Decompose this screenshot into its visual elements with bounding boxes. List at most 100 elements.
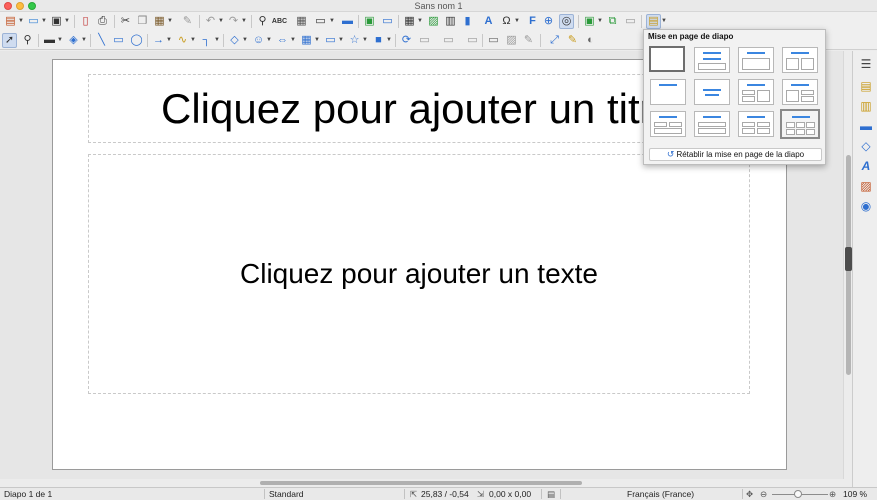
hyperlink-icon[interactable]: ⊕ bbox=[541, 14, 556, 29]
new-document-icon[interactable]: ▤ bbox=[3, 14, 18, 29]
chevron-down-icon[interactable]: ▼ bbox=[214, 33, 220, 48]
undo-icon[interactable]: ↶ bbox=[203, 14, 218, 29]
chevron-down-icon[interactable]: ▼ bbox=[242, 33, 248, 48]
chevron-down-icon[interactable]: ▼ bbox=[266, 33, 272, 48]
chevron-down-icon[interactable]: ▼ bbox=[314, 33, 320, 48]
layout-centered-text[interactable] bbox=[694, 79, 730, 105]
ellipse-icon[interactable]: ◯ bbox=[129, 33, 144, 48]
zoom-slider-handle[interactable] bbox=[794, 490, 802, 498]
layout-title-4content[interactable] bbox=[738, 111, 774, 137]
find-replace-icon[interactable]: ⚲ bbox=[255, 14, 270, 29]
sidebar-resize-handle[interactable] bbox=[845, 247, 852, 271]
master-slide-name[interactable]: Standard bbox=[269, 488, 304, 500]
points-icon[interactable]: ⤢ bbox=[547, 33, 562, 48]
chevron-down-icon[interactable]: ▼ bbox=[81, 33, 87, 48]
3d-objects-icon[interactable]: ■ bbox=[371, 33, 386, 48]
delete-slide-icon[interactable]: ▭ bbox=[623, 14, 638, 29]
zoom-icon[interactable]: ⚲ bbox=[20, 33, 35, 48]
chevron-down-icon[interactable]: ▼ bbox=[218, 14, 224, 29]
print-icon[interactable]: ⎙ bbox=[95, 14, 110, 29]
arrange-icon[interactable]: ▭ bbox=[441, 33, 456, 48]
line-icon[interactable]: ╲ bbox=[94, 33, 109, 48]
line-color-icon[interactable]: ▬ bbox=[42, 33, 57, 48]
navigator-icon[interactable]: ◉ bbox=[859, 199, 873, 213]
chevron-down-icon[interactable]: ▼ bbox=[166, 33, 172, 48]
glue-points-icon[interactable]: ✎ bbox=[565, 33, 580, 48]
layout-title-only[interactable] bbox=[650, 79, 686, 105]
horizontal-scrollbar[interactable] bbox=[0, 479, 847, 487]
master-slide-icon[interactable]: ▬ bbox=[340, 14, 355, 29]
basic-shapes-icon[interactable]: ◇ bbox=[227, 33, 242, 48]
callout-icon[interactable]: ▭ bbox=[323, 33, 338, 48]
shapes-mode-icon[interactable]: ◎ bbox=[559, 14, 574, 29]
reset-layout-button[interactable]: ↺ Rétablir la mise en page de la diapo bbox=[649, 148, 822, 161]
chevron-down-icon[interactable]: ▼ bbox=[190, 33, 196, 48]
clone-formatting-icon[interactable]: ✎ bbox=[180, 14, 195, 29]
copy-icon[interactable]: ❐ bbox=[135, 14, 150, 29]
animation-icon[interactable]: ▥ bbox=[859, 99, 873, 113]
rectangle-icon[interactable]: ▭ bbox=[111, 33, 126, 48]
fill-color-icon[interactable]: ◈ bbox=[66, 33, 81, 48]
crop-icon[interactable]: ▨ bbox=[504, 33, 519, 48]
chevron-down-icon[interactable]: ▼ bbox=[514, 14, 520, 29]
select-icon[interactable]: ➚ bbox=[2, 33, 17, 48]
layout-title-2content-1[interactable] bbox=[738, 79, 774, 105]
chevron-down-icon[interactable]: ▼ bbox=[362, 33, 368, 48]
chevron-down-icon[interactable]: ▼ bbox=[18, 14, 24, 29]
duplicate-slide-icon[interactable]: ⧉ bbox=[605, 14, 620, 29]
redo-icon[interactable]: ↷ bbox=[226, 14, 241, 29]
spelling-icon[interactable]: ABC bbox=[272, 14, 287, 29]
open-folder-icon[interactable]: ▭ bbox=[26, 14, 41, 29]
new-slide-icon[interactable]: ▣ bbox=[362, 14, 377, 29]
chevron-down-icon[interactable]: ▼ bbox=[41, 14, 47, 29]
flowchart-icon[interactable]: ▦ bbox=[299, 33, 314, 48]
horizontal-scroll-thumb[interactable] bbox=[260, 481, 582, 485]
chart-icon[interactable]: ▮ bbox=[460, 14, 475, 29]
stars-icon[interactable]: ☆ bbox=[347, 33, 362, 48]
layout-title-6content[interactable] bbox=[780, 109, 820, 139]
chevron-down-icon[interactable]: ▼ bbox=[64, 14, 70, 29]
zoom-out-icon[interactable]: ⊖ bbox=[760, 488, 767, 500]
layout-title-content-2col[interactable] bbox=[738, 47, 774, 73]
chevron-down-icon[interactable]: ▼ bbox=[386, 33, 392, 48]
slide-show-icon[interactable]: ▭ bbox=[380, 14, 395, 29]
paste-icon[interactable]: ▦ bbox=[152, 14, 167, 29]
connector-icon[interactable]: ┐ bbox=[199, 33, 214, 48]
chevron-down-icon[interactable]: ▼ bbox=[417, 14, 423, 29]
table-icon[interactable]: ▦ bbox=[402, 14, 417, 29]
layout-blank[interactable] bbox=[649, 46, 685, 72]
image-icon[interactable]: ▨ bbox=[426, 14, 441, 29]
cut-icon[interactable]: ✂ bbox=[118, 14, 133, 29]
special-character-icon[interactable]: Ω bbox=[499, 14, 514, 29]
block-arrows-icon[interactable]: ⇔ bbox=[275, 33, 290, 48]
save-icon[interactable]: ▣ bbox=[49, 14, 64, 29]
fontwork-icon[interactable]: F bbox=[525, 14, 540, 29]
properties-icon[interactable]: ☰ bbox=[859, 57, 873, 71]
language-status[interactable]: Français (France) bbox=[627, 488, 694, 500]
arrow-line-icon[interactable]: → bbox=[151, 33, 166, 48]
chevron-down-icon[interactable]: ▼ bbox=[329, 14, 335, 29]
layout-title-2content-top[interactable] bbox=[650, 111, 686, 137]
shadow-icon[interactable]: ▭ bbox=[486, 33, 501, 48]
chevron-down-icon[interactable]: ▼ bbox=[167, 14, 173, 29]
gallery-icon[interactable]: ▨ bbox=[859, 179, 873, 193]
text-box-icon[interactable]: A bbox=[481, 14, 496, 29]
layout-title-1content-2[interactable] bbox=[782, 79, 818, 105]
chevron-down-icon[interactable]: ▼ bbox=[241, 14, 247, 29]
rotate-icon[interactable]: ⟳ bbox=[399, 33, 414, 48]
chevron-down-icon[interactable]: ▼ bbox=[597, 14, 603, 29]
master-slides-icon[interactable]: ▬ bbox=[859, 119, 873, 133]
slide-layout-icon[interactable]: ▤ bbox=[646, 14, 661, 29]
chevron-down-icon[interactable]: ▼ bbox=[57, 33, 63, 48]
media-icon[interactable]: ▥ bbox=[443, 14, 458, 29]
comment-icon[interactable]: ▣ bbox=[582, 14, 597, 29]
chevron-down-icon[interactable]: ▼ bbox=[290, 33, 296, 48]
distribute-icon[interactable]: ▭ bbox=[465, 33, 480, 48]
filter-icon[interactable]: ✎ bbox=[521, 33, 536, 48]
layout-title-content[interactable] bbox=[694, 47, 730, 73]
styles-icon[interactable]: A bbox=[859, 159, 873, 173]
body-placeholder[interactable]: Cliquez pour ajouter un texte bbox=[88, 154, 750, 394]
display-views-icon[interactable]: ▭ bbox=[313, 14, 328, 29]
symbol-shapes-icon[interactable]: ☺ bbox=[251, 33, 266, 48]
vertical-scrollbar[interactable] bbox=[843, 51, 852, 479]
